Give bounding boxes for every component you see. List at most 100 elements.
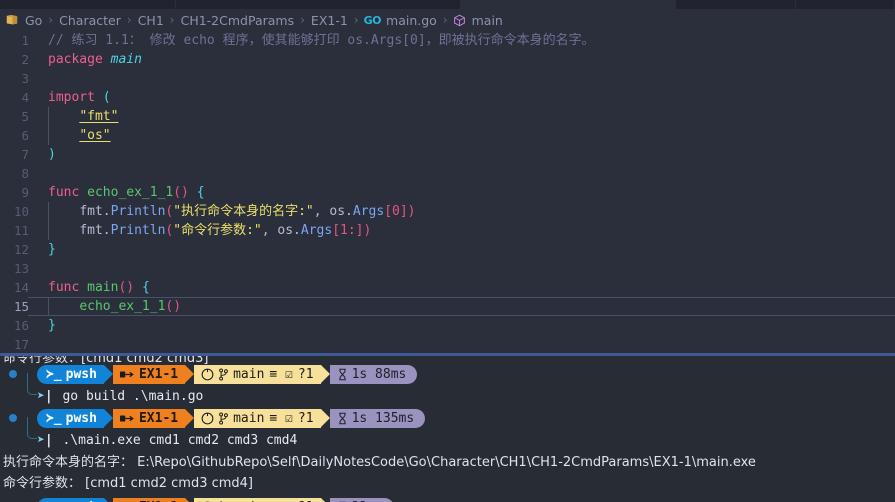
prompt-duration-label: 1s 88ms [351,366,407,382]
terminal-prompt-row: ≻_ pwsh EX1-1 [0,362,895,395]
code-token-index: [0] [384,204,408,219]
line-number: 3 [21,71,29,86]
prompt-shell-segment: ≻_ pwsh [37,497,104,502]
code-token-paren: ( [102,90,111,105]
breadcrumb-item-3[interactable]: CH1-2CmdParams [180,13,296,28]
code-token-import-fmt[interactable]: "fmt" [79,109,118,124]
code-token-string: "命令行参数:" [173,223,262,238]
code-token-brace: { [141,280,150,295]
breadcrumb-item-5[interactable]: main.go [385,13,438,28]
code-line-4: 4 import ( [0,88,895,107]
prompt-untracked-count: ?1 [297,366,314,382]
line-number: 8 [21,166,29,181]
code-line-13: 13 [0,259,895,278]
code-token-function-name[interactable]: main [87,280,118,295]
code-token-brace: } [48,318,56,333]
editor-tab[interactable] [796,0,895,9]
prompt-shell-segment: ≻_ pwsh [37,364,104,384]
command-decoration-dot[interactable] [9,414,17,422]
code-line-2: 2 package main [0,50,895,69]
hourglass-icon [337,368,348,381]
code-token-call-parens: () [118,280,135,295]
breadcrumb: Go › Character › CH1 › CH1-2CmdParams › … [0,9,895,31]
code-token-call-parens: () [165,299,182,314]
editor-tab[interactable] [0,0,176,9]
prompt-shell-segment: ≻_ pwsh [37,408,104,428]
line-number: 2 [21,52,29,67]
prompt-path-segment: EX1-1 [112,497,186,502]
code-token-index: [1:] [332,223,364,238]
go-file-icon: GO [363,13,382,27]
breadcrumb-item-6[interactable]: main [471,13,504,28]
prompt-shell-label: pwsh [65,410,97,426]
breadcrumb-item-1[interactable]: Character [58,13,122,28]
prompt-pipe-icon: | [44,389,61,404]
prompt-duration-label: 32ms [352,498,383,502]
prompt-segments: ≻_ pwsh EX1-1 [37,408,426,428]
terminal-prompt-row: ≻_ pwsh EX1-1 [0,406,895,439]
git-branch-icon [218,367,229,381]
code-token-import-os[interactable]: "os" [79,128,110,143]
breadcrumb-item-2[interactable]: CH1 [137,13,165,28]
prompt-path-segment: EX1-1 [112,364,186,384]
code-token-comment: // 练习 1.1： 修改 echo 程序，使其能够打印 os.Args[0]，… [48,33,595,48]
prompt-timer-segment: 1s 135ms [329,408,426,428]
chevron-right-icon: › [300,13,305,27]
prompt-segments: ≻_ pwsh EX1-1 [37,364,418,384]
git-branch-icon [218,411,229,425]
terminal-output-line: 执行命令本身的名字： E:\Repo\GithubRepo\Self\Daily… [3,455,756,470]
code-token-comma: , [261,223,278,238]
line-number: 7 [21,147,29,162]
code-token-method-println: Println [110,204,166,219]
code-line-10: 10 fmt.Println("执行命令本身的名字:", os.Args[0]) [0,202,895,221]
breadcrumb-item-0[interactable]: Go [24,13,43,28]
code-line-5: 5 "fmt" [0,107,895,126]
code-token-function-call[interactable]: echo_ex_1_1 [79,299,165,314]
terminal-command-row[interactable]: ➤| go build .\main.go [0,386,895,408]
chevron-right-icon: › [353,13,359,27]
line-number-active: 15 [13,299,29,314]
editor-tab[interactable] [676,0,796,9]
code-token-brace: { [196,185,205,200]
code-token-property-args: Args [300,223,333,238]
code-line-9: 9 func echo_ex_1_1() { [0,183,895,202]
line-number: 16 [13,318,29,333]
github-icon [201,368,214,381]
code-token-keyword: import [48,90,95,105]
code-token-keyword: func [48,185,80,200]
command-decoration-dot[interactable] [9,370,17,378]
code-token-string: "执行命令本身的名字:" [173,204,314,219]
code-line-12: 12 } [0,240,895,259]
code-token-paren: ) [363,223,372,238]
prompt-branch-label: main [233,410,265,426]
segment-arrow [103,364,113,383]
prompt-git-segment: main ≡ ☑ ?1 [194,408,321,428]
code-line-1: 1 // 练习 1.1： 修改 echo 程序，使其能够打印 os.Args[0… [0,31,895,50]
editor-tabstrip [0,0,895,9]
editor-tab[interactable] [176,0,461,9]
prompt-path-label: EX1-1 [139,498,178,502]
github-icon [201,412,214,425]
prompt-segments: ≻_ pwsh EX1-1 [37,497,394,502]
prompt-timer-segment: 32ms [329,497,394,502]
prompt-path-segment: EX1-1 [112,408,186,428]
prompt-untracked-count: ?1 [298,498,314,502]
line-number: 6 [21,128,29,143]
code-token-object-fmt: fmt [79,223,103,238]
code-token-keyword: func [48,280,80,295]
prompt-caret-icon: ➤ [37,433,45,448]
editor-tab-active[interactable] [461,0,676,9]
breadcrumb-item-4[interactable]: EX1-1 [310,13,349,28]
code-line-14: 14 func main() { [0,278,895,297]
segment-arrow [320,408,330,427]
prompt-path-label: EX1-1 [138,410,179,426]
code-line-7: 7 ) [0,145,895,164]
line-number: 9 [21,185,29,200]
code-token-comma: , [313,204,330,219]
code-token-function-name[interactable]: echo_ex_1_1 [87,185,173,200]
terminal-output-line: 命令行参数： [cmd1 cmd2 cmd3 cmd4] [3,476,254,491]
terminal-panel[interactable]: 命令行参数：[cmd1 cmd2 cmd3] ≻_ pwsh EX1-1 mai… [0,356,895,502]
line-number: 17 [13,337,29,352]
terminal-command-row[interactable]: ➤| .\main.exe cmd1 cmd2 cmd3 cmd4 [0,430,895,452]
code-editor[interactable]: 1 // 练习 1.1： 修改 echo 程序，使其能够打印 os.Args[0… [0,31,895,353]
